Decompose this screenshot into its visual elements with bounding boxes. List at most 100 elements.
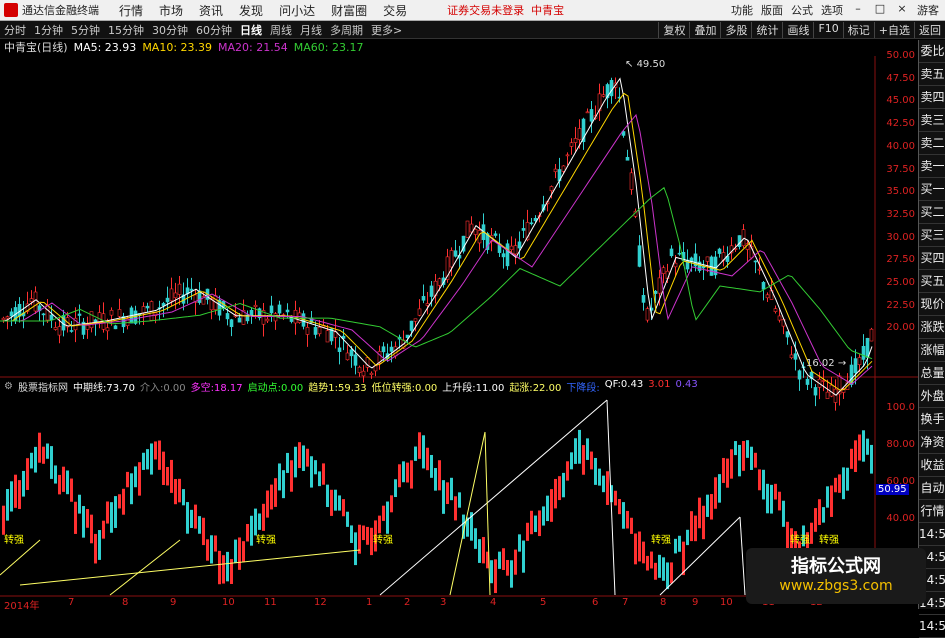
indicator-bar-mark [78,494,81,514]
indicator-bar-mark [242,541,245,563]
indicator-bar-mark [70,478,73,502]
indicator-bar-mark [290,460,293,492]
candle-body [609,80,614,97]
indicator-bar-mark [854,440,857,472]
indicator-bar-mark [74,501,77,534]
indicator-bar-mark [306,448,309,467]
indicator-bar-mark [538,510,541,537]
candle-body [717,248,722,254]
indicator-bar-mark [130,473,133,505]
sidebar-item[interactable]: 买一 [919,178,945,201]
sidebar-item[interactable]: 涨跌 [919,316,945,339]
indicator-bar-mark [518,534,521,552]
indicator-bar-mark [502,548,505,570]
candle-body [473,229,478,235]
sidebar-item[interactable]: 14:5 [919,523,945,546]
candle-body [413,318,418,322]
tool-back[interactable]: 返回 [914,21,945,38]
indicator-bar-mark [706,494,709,517]
indicator-bar-mark [618,499,621,515]
indicator-bar-mark [734,441,737,456]
candle-body [569,142,574,147]
sidebar-item[interactable]: 14:5 [919,615,945,638]
sidebar-item[interactable]: 卖四 [919,86,945,109]
sidebar-item[interactable]: 买五 [919,270,945,293]
indicator-bar-mark [750,446,753,470]
price-tick: 50.00 [886,50,915,61]
indicator-bar-mark [654,562,657,580]
indicator-bar-mark [250,515,253,546]
indicator-bar-mark [26,458,29,490]
candle-body [821,380,826,382]
indicator-bar-mark [366,526,369,545]
indicator-bar-mark [526,522,529,541]
indicator-name[interactable]: 股票指标网 [18,379,68,394]
sidebar-item[interactable]: 现价 [919,293,945,316]
indicator-bar-mark [442,480,445,514]
time-tick: 6 [592,597,599,608]
indicator-bar-mark [666,562,669,590]
guest-label[interactable]: 游客 [917,2,939,18]
indicator-bar-mark [402,461,405,483]
indicator-bar-mark [122,488,125,515]
gear-icon[interactable]: ⚙ [4,381,13,392]
sidebar-item[interactable]: 外盘 [919,385,945,408]
indicator-bar-mark [18,480,21,509]
indicator-bar-mark [838,474,841,493]
sidebar-item[interactable]: 买四 [919,247,945,270]
sidebar-item[interactable]: 自动 [919,477,945,500]
indicator-bar-mark [298,442,301,469]
price-tick: 20.00 [886,322,915,334]
turn-strong-marker: 转强 [790,535,810,546]
trend-line [739,516,746,596]
indicator-bar-mark [206,539,209,561]
sidebar-item[interactable]: 换手 [919,408,945,431]
sidebar-item[interactable]: 买二 [919,201,945,224]
time-tick: 8 [122,597,129,608]
indicator-bar-mark [38,432,41,463]
indicator-bar-mark [490,560,493,584]
indicator-bar-mark [6,489,9,521]
time-tick: 9 [692,597,699,608]
high-annotation: ↖ 49.50 [625,59,666,70]
indicator-bar-mark [546,495,549,522]
indicator-bar-mark [842,467,845,500]
price-tick: 32.50 [886,208,915,220]
sidebar-item[interactable]: 涨幅 [919,339,945,362]
sidebar-item[interactable]: 卖二 [919,132,945,155]
sidebar-item[interactable]: 委比 [919,40,945,63]
candle-body [41,313,46,316]
kline-chart-area[interactable] [0,0,918,609]
indicator-bar-mark [226,551,229,582]
indicator-tick: 40.00 [886,513,915,524]
sidebar-item[interactable]: 卖五 [919,63,945,86]
time-tick: 4 [490,597,497,608]
indicator-bar-mark [682,541,685,576]
sidebar-item[interactable]: 卖一 [919,155,945,178]
candle-body [421,296,426,301]
sidebar-item[interactable]: 总量 [919,362,945,385]
indicator-bar-mark [118,494,121,509]
indicator-bar-mark [742,440,745,471]
indicator-bar-mark [866,438,869,455]
candle-body [381,346,386,353]
candle-body [813,387,818,396]
indicator-bar-mark [754,452,757,468]
sidebar-item[interactable]: 买三 [919,224,945,247]
indicator-bar-mark [294,446,297,478]
candle-body [785,331,790,338]
indicator-bar-mark [406,462,409,483]
candle-body [305,327,310,335]
indicator-bar-mark [834,477,837,493]
indicator-bar-mark [398,464,401,488]
sidebar-item[interactable]: 收益 [919,454,945,477]
quote-sidebar: 委比 卖五 卖四 卖三 卖二 卖一 买一 买二 买三 买四 买五 现价 涨跌 涨幅 总量 外盘 换手 净资 收益 自动… [918,40,945,638]
sidebar-item[interactable]: 净资 [919,431,945,454]
sidebar-item[interactable]: 卖三 [919,109,945,132]
watermark-url: www.zbgs3.com [779,578,893,594]
sidebar-item[interactable]: 行情 [919,500,945,523]
indicator-bar-mark [434,468,437,491]
candle-body [85,325,90,330]
candle-body [833,388,838,403]
candle-body [437,278,442,286]
